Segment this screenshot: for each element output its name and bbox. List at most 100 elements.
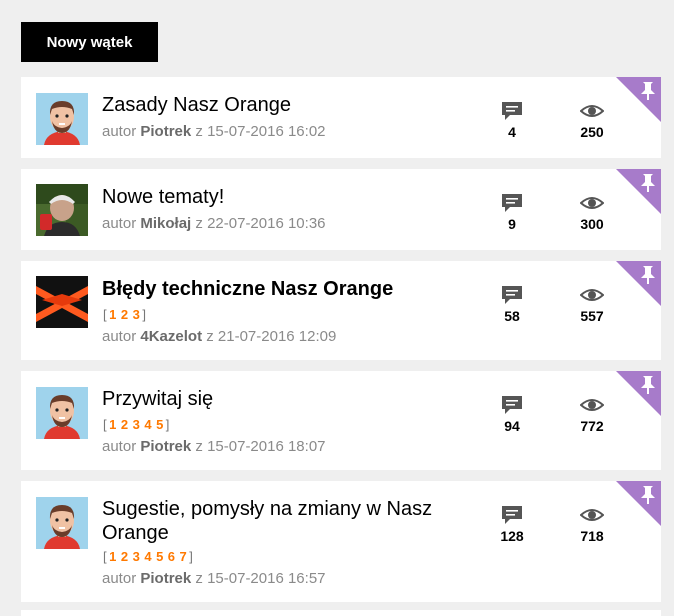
eye-icon (580, 197, 604, 209)
author-prefix: autor (102, 570, 137, 587)
thread-date: z 22-07-2016 10:36 (195, 215, 326, 232)
thread-meta: autor Piotrek z 15-07-2016 16:02 (102, 123, 326, 140)
comment-icon (502, 102, 522, 120)
pagination: [1 2 3 4 5 6 7] (103, 549, 194, 564)
thread-date: z 15-07-2016 16:57 (195, 570, 326, 587)
page-link[interactable]: 7 (180, 549, 188, 564)
avatar[interactable] (36, 93, 88, 145)
eye-icon (580, 289, 604, 301)
views-stat: 772 (567, 395, 617, 434)
thread-title-link[interactable]: Sugestie, pomysły na zmiany w Nasz Orang… (102, 497, 462, 545)
pinned-badge (616, 481, 661, 526)
comment-icon (502, 194, 522, 212)
eye-icon (580, 399, 604, 411)
thread-date: z 15-07-2016 16:02 (195, 123, 326, 140)
author-prefix: autor (102, 328, 137, 345)
views-count: 300 (580, 216, 604, 232)
page-link[interactable]: 4 (144, 417, 152, 432)
thread-row: Nowe tematy! autor Mikołaj z 22-07-2016 … (21, 169, 661, 250)
comments-stat: 128 (487, 505, 537, 544)
comments-count: 94 (504, 418, 520, 434)
pin-icon (616, 371, 661, 416)
thread-meta: autor Piotrek z 15-07-2016 16:57 (102, 570, 326, 587)
page-link[interactable]: 1 (109, 549, 117, 564)
pin-icon (616, 481, 661, 526)
avatar[interactable] (36, 387, 88, 439)
author-link[interactable]: 4Kazelot (140, 328, 202, 345)
pin-icon (616, 261, 661, 306)
views-stat: 300 (567, 193, 617, 232)
cartoon-man-avatar-icon (36, 387, 88, 439)
views-count: 772 (580, 418, 604, 434)
views-stat: 250 (567, 101, 617, 140)
thread-row: Sugestie, pomysły na zmiany w Nasz Orang… (21, 481, 661, 602)
thread-title-link[interactable]: Nowe tematy! (102, 185, 462, 209)
comment-icon (502, 396, 522, 414)
pinned-badge (616, 77, 661, 122)
author-prefix: autor (102, 123, 137, 140)
comment-icon (502, 506, 522, 524)
thread-row: Zasady Nasz Orange autor Piotrek z 15-07… (21, 77, 661, 158)
thread-meta: autor Piotrek z 15-07-2016 18:07 (102, 438, 326, 455)
thread-title-link[interactable]: Błędy techniczne Nasz Orange (102, 277, 462, 301)
page-link[interactable]: 6 (168, 549, 176, 564)
author-prefix: autor (102, 215, 137, 232)
pinned-badge (616, 371, 661, 416)
views-count: 250 (580, 124, 604, 140)
thread-meta: autor 4Kazelot z 21-07-2016 12:09 (102, 328, 336, 345)
pinned-badge (616, 261, 661, 306)
avatar[interactable] (36, 184, 88, 236)
comments-stat: 9 (487, 193, 537, 232)
comments-stat: 58 (487, 285, 537, 324)
avatar[interactable] (36, 276, 88, 328)
page-link[interactable]: 1 (109, 307, 117, 322)
pagination: [1 2 3] (103, 307, 147, 322)
eye-icon (580, 509, 604, 521)
orange-logo-avatar-icon (36, 276, 88, 328)
pagination: [1 2 3 4 5] (103, 417, 170, 432)
avatar[interactable] (36, 497, 88, 549)
views-stat: 557 (567, 285, 617, 324)
comments-count: 9 (508, 216, 516, 232)
page-link[interactable]: 5 (156, 549, 164, 564)
views-count: 557 (580, 308, 604, 324)
views-stat: 718 (567, 505, 617, 544)
comment-icon (502, 286, 522, 304)
cyclist-photo-avatar-icon (36, 184, 88, 236)
thread-title-link[interactable]: Zasady Nasz Orange (102, 93, 462, 117)
author-link[interactable]: Piotrek (140, 438, 191, 455)
author-prefix: autor (102, 438, 137, 455)
page-link[interactable]: 3 (133, 417, 141, 432)
author-link[interactable]: Piotrek (140, 570, 191, 587)
comments-count: 58 (504, 308, 520, 324)
new-thread-button[interactable]: Nowy wątek (21, 22, 158, 62)
page-link[interactable]: 3 (133, 549, 141, 564)
author-link[interactable]: Mikołaj (140, 215, 191, 232)
page-link[interactable]: 5 (156, 417, 164, 432)
eye-icon (580, 105, 604, 117)
page-link[interactable]: 2 (121, 307, 129, 322)
pin-icon (616, 169, 661, 214)
thread-row: Błędy techniczne Nasz Orange [1 2 3] autor… (21, 261, 661, 360)
comments-count: 4 (508, 124, 516, 140)
author-link[interactable]: Piotrek (140, 123, 191, 140)
comments-count: 128 (500, 528, 524, 544)
page-link[interactable]: 1 (109, 417, 117, 432)
page-link[interactable]: 2 (121, 417, 129, 432)
page-link[interactable]: 2 (121, 549, 129, 564)
page-link[interactable]: 3 (133, 307, 141, 322)
pinned-badge (616, 169, 661, 214)
thread-date: z 15-07-2016 18:07 (195, 438, 326, 455)
cartoon-man-avatar-icon (36, 93, 88, 145)
comments-stat: 94 (487, 395, 537, 434)
thread-row-partial (21, 610, 661, 616)
cartoon-man-avatar-icon (36, 497, 88, 549)
thread-row: Przywitaj się [1 2 3 4 5] autor Piotrek z 15… (21, 371, 661, 470)
thread-date: z 21-07-2016 12:09 (206, 328, 337, 345)
comments-stat: 4 (487, 101, 537, 140)
page-link[interactable]: 4 (144, 549, 152, 564)
thread-meta: autor Mikołaj z 22-07-2016 10:36 (102, 215, 326, 232)
views-count: 718 (580, 528, 604, 544)
pin-icon (616, 77, 661, 122)
thread-title-link[interactable]: Przywitaj się (102, 387, 462, 411)
